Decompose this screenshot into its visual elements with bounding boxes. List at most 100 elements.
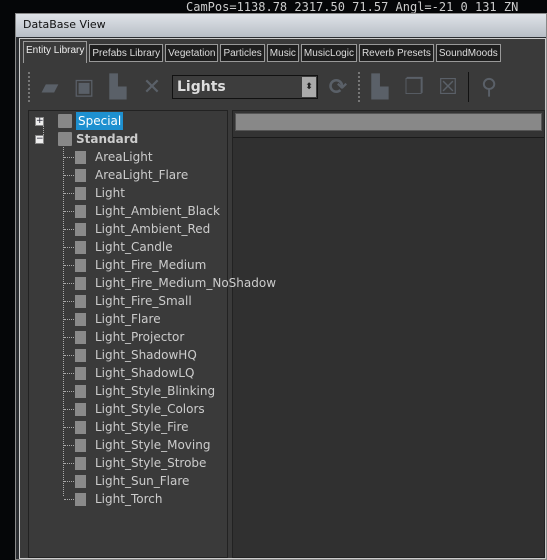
item-label: Light_Fire_Medium_NoShadow [95, 276, 277, 290]
document-icon [75, 438, 86, 452]
list-item[interactable]: Light_ShadowLQ [75, 364, 194, 382]
toolbar-separator [468, 72, 469, 102]
tab-entity-library[interactable]: Entity Library [23, 41, 88, 63]
tab-prefabs-library[interactable]: Prefabs Library [89, 44, 164, 62]
item-label: Light_Flare [95, 312, 161, 326]
item-label: Light_Style_Strobe [95, 456, 207, 470]
item-label: Light_ShadowLQ [95, 366, 195, 380]
clone-item-icon[interactable]: ❐ [400, 73, 428, 101]
toolbar: ▰ ▣ ▙ ✕ Lights ⬍ ⟳ ▙ ❐ ☒ ⚲ [28, 67, 543, 107]
tree-line [64, 499, 74, 500]
library-select-value: Lights [177, 79, 226, 95]
add-document-icon[interactable]: ▙ [104, 73, 132, 101]
tree-line [64, 463, 74, 464]
save-icon[interactable]: ▣ [70, 73, 98, 101]
database-view-window: DataBase View Entity Library Prefabs Libr… [15, 13, 547, 560]
tab-music[interactable]: Music [266, 44, 299, 62]
item-label: Light_Torch [95, 492, 163, 506]
list-item[interactable]: Light_Style_Colors [75, 400, 205, 418]
tree-line [64, 175, 74, 176]
item-label: Light_Style_Moving [95, 438, 211, 452]
tab-musiclogic[interactable]: MusicLogic [300, 44, 357, 62]
document-icon [75, 330, 86, 344]
properties-panel [232, 110, 545, 558]
list-item[interactable]: Light_Style_Blinking [75, 382, 215, 400]
list-item[interactable]: Light_Torch [75, 490, 162, 508]
item-label: AreaLight_Flare [95, 168, 189, 182]
list-item[interactable]: Light_Fire_Medium [75, 256, 206, 274]
tree-line [64, 481, 74, 482]
list-item[interactable]: Light_Ambient_Black [75, 202, 220, 220]
document-icon [75, 294, 86, 308]
tree-line [64, 265, 74, 266]
properties-body [233, 137, 544, 557]
tab-soundmoods[interactable]: SoundMoods [435, 44, 501, 62]
tree-group-label: Standard [76, 132, 139, 146]
list-item[interactable]: Light_Projector [75, 328, 184, 346]
tree-line [64, 409, 74, 410]
tree-group-label: Special [76, 112, 124, 130]
folder-icon [58, 132, 72, 146]
item-label: Light_Style_Fire [95, 420, 189, 434]
document-icon [75, 312, 86, 326]
list-item[interactable]: Light_Fire_Small [75, 292, 192, 310]
tree-line [64, 193, 74, 194]
list-item[interactable]: Light [75, 184, 125, 202]
tree-line [64, 427, 74, 428]
document-icon [75, 240, 86, 254]
item-label: Light_Fire_Small [95, 294, 192, 308]
item-label: Light_Ambient_Red [95, 222, 211, 236]
list-item[interactable]: Light_Style_Moving [75, 436, 210, 454]
list-item[interactable]: Light_Sun_Flare [75, 472, 189, 490]
properties-header [235, 113, 542, 131]
document-icon [75, 492, 86, 506]
document-icon [75, 456, 86, 470]
tree-line [64, 391, 74, 392]
item-label: Light [95, 186, 125, 200]
tab-particles[interactable]: Particles [220, 44, 265, 62]
list-item[interactable]: Light_Ambient_Red [75, 220, 210, 238]
tree-line [64, 355, 74, 356]
item-label: Light_Fire_Medium [95, 258, 207, 272]
document-icon [75, 258, 86, 272]
tree-line [64, 283, 74, 284]
collapse-icon[interactable]: − [35, 134, 44, 144]
refresh-icon[interactable]: ⟳ [324, 73, 352, 101]
delete-icon[interactable]: ✕ [138, 73, 166, 101]
window-title[interactable]: DataBase View [16, 14, 546, 37]
tree-group[interactable]: + Special [35, 112, 124, 130]
list-item[interactable]: Light_ShadowHQ [75, 346, 197, 364]
tree-group[interactable]: − Standard [35, 130, 138, 148]
new-item-icon[interactable]: ▙ [366, 73, 394, 101]
assign-object-icon[interactable]: ⚲ [475, 73, 503, 101]
tree-line [64, 337, 74, 338]
toolbar-grip[interactable] [28, 72, 30, 102]
tree-line [64, 247, 74, 248]
list-item[interactable]: AreaLight [75, 148, 153, 166]
document-icon [75, 420, 86, 434]
document-icon [75, 204, 86, 218]
document-icon [75, 168, 86, 182]
list-item[interactable]: Light_Flare [75, 310, 161, 328]
remove-item-icon[interactable]: ☒ [434, 73, 462, 101]
document-icon [75, 150, 86, 164]
tree-line [64, 373, 74, 374]
tab-reverb-presets[interactable]: Reverb Presets [358, 44, 434, 62]
item-label: Light_Ambient_Black [95, 204, 220, 218]
item-label: Light_Style_Blinking [95, 384, 216, 398]
tab-bar: Entity Library Prefabs Library Vegetation P… [23, 41, 543, 63]
list-item[interactable]: Light_Style_Strobe [75, 454, 206, 472]
tree-line [64, 157, 74, 158]
tab-vegetation[interactable]: Vegetation [165, 44, 219, 62]
open-folder-icon[interactable]: ▰ [36, 73, 64, 101]
toolbar-grip-2[interactable] [358, 72, 360, 102]
folder-icon [58, 114, 72, 128]
library-select[interactable]: Lights ⬍ [172, 75, 318, 99]
list-item[interactable]: Light_Style_Fire [75, 418, 189, 436]
list-item[interactable]: Light_Candle [75, 238, 173, 256]
expand-icon[interactable]: + [35, 116, 44, 126]
document-icon [75, 366, 86, 380]
entity-tree[interactable]: + Special − Standard AreaLight AreaLight_Flar… [28, 110, 276, 558]
list-item[interactable]: Light_Fire_Medium_NoShadow [75, 274, 276, 292]
list-item[interactable]: AreaLight_Flare [75, 166, 188, 184]
